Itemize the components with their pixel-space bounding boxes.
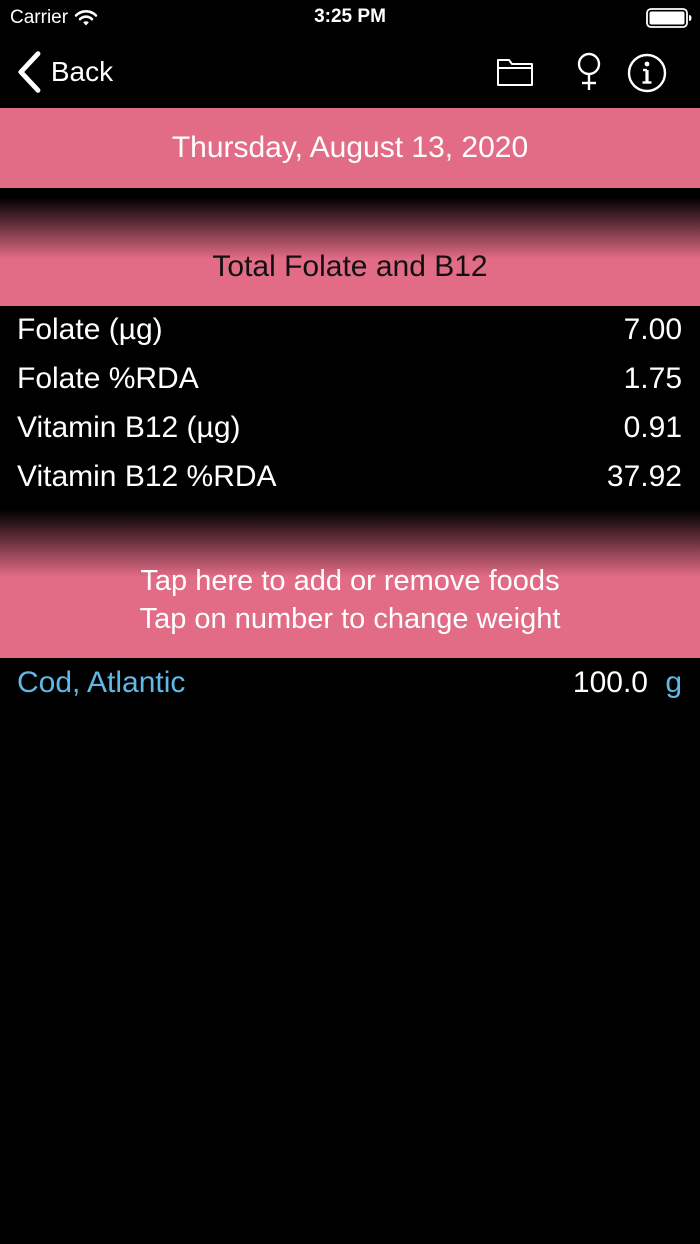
status-bar: Carrier 3:25 PM [0,0,700,36]
back-label: Back [50,56,114,87]
food-unit-toggle[interactable]: g [665,666,682,700]
totals-section-header: Total Folate and B12 [0,188,700,306]
gender-toggle-button[interactable] [574,52,604,92]
foods-instructions: Tap here to add or remove foods Tap on n… [0,562,700,638]
folder-icon [497,59,533,86]
total-value: 7.00 [623,313,682,347]
info-icon [627,53,667,93]
food-weight-value[interactable]: 100.0 [573,666,648,700]
food-list-item: Cod, Atlantic 100.0 g [0,658,700,710]
total-row-b12: Vitamin B12 (µg) 0.91 [0,404,700,453]
total-value: 1.75 [623,362,682,396]
food-name-link[interactable]: Cod, Atlantic [17,666,185,700]
total-value: 37.92 [606,459,682,493]
total-value: 0.91 [623,410,682,444]
date-banner[interactable]: Thursday, August 13, 2020 [0,108,700,188]
back-button[interactable]: Back [16,50,113,94]
total-label: Folate (µg) [17,313,163,347]
add-remove-foods-button[interactable]: Tap here to add or remove foods Tap on n… [0,502,700,658]
total-row-folate: Folate (µg) 7.00 [0,306,700,355]
battery-icon [646,8,692,28]
totals-list: Folate (µg) 7.00 Folate %RDA 1.75 Vitami… [0,306,700,501]
status-time: 3:25 PM [314,6,386,27]
chevron-left-icon [18,51,41,93]
instruction-line-add-remove: Tap here to add or remove foods [140,565,560,597]
folder-button[interactable] [496,56,534,88]
total-label: Vitamin B12 %RDA [17,459,277,493]
total-row-b12-rda: Vitamin B12 %RDA 37.92 [0,452,700,501]
total-row-folate-rda: Folate %RDA 1.75 [0,355,700,404]
totals-section-title: Total Folate and B12 [212,250,488,283]
nav-bar: Back [0,36,700,108]
instruction-line-change-weight: Tap on number to change weight [139,603,561,635]
total-label: Folate %RDA [17,362,199,396]
total-label: Vitamin B12 (µg) [17,410,241,444]
info-button[interactable] [627,53,667,93]
female-symbol-icon [577,52,601,90]
